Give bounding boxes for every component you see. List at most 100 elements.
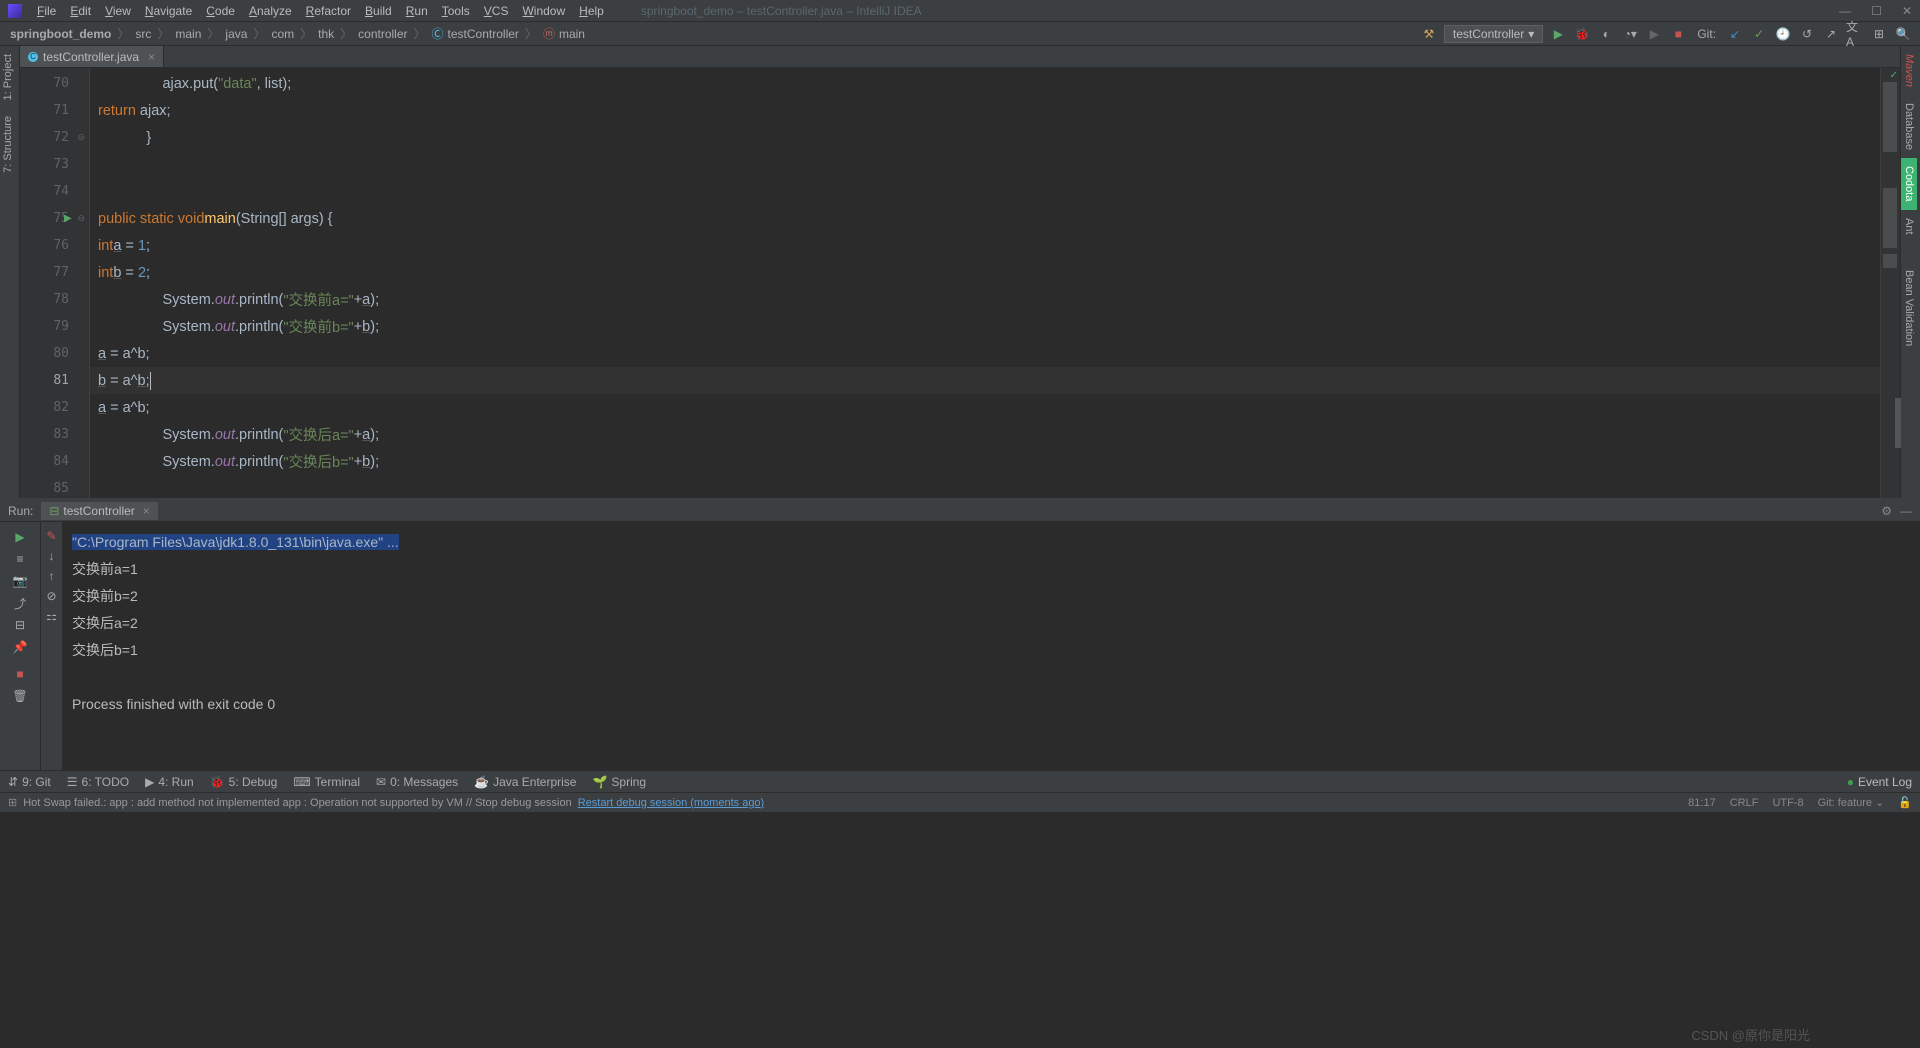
exit-icon[interactable]: ⤴ [0,593,40,613]
file-encoding[interactable]: UTF-8 [1772,797,1803,809]
code-area[interactable]: ajax.put("data", list); return ajax; } p… [90,68,1880,498]
project-tool-button[interactable]: 1: Project [0,46,16,108]
code-line[interactable] [90,151,1880,178]
breadcrumb-item[interactable]: src [133,27,153,41]
run-actions-icon[interactable]: ≡ [0,549,40,569]
breadcrumb[interactable]: springboot_demo〉src〉main〉java〉com〉thk〉co… [8,25,587,42]
git-history-icon[interactable]: 🕘 [1774,25,1792,43]
git-push-icon[interactable]: ↗ [1822,25,1840,43]
line-separator[interactable]: CRLF [1730,797,1759,809]
breadcrumb-item[interactable]: controller [356,27,409,41]
translate-icon[interactable]: 文A [1846,25,1864,43]
code-line[interactable]: b = a^b; [90,367,1880,394]
ant-tool-button[interactable]: Ant [1901,210,1917,243]
debug-icon[interactable]: 🐞 [1573,25,1591,43]
bean-validation-tool-button[interactable]: Bean Validation [1901,262,1917,354]
structure-tool-button[interactable]: 7: Structure [0,108,16,181]
breadcrumb-item[interactable]: java [223,27,249,41]
code-line[interactable]: System.out.println("交换前a="+a); [90,286,1880,313]
stop-run-icon[interactable]: ■ [0,664,40,684]
build-hammer-icon[interactable]: ⚒ [1420,25,1438,43]
status-link[interactable]: Restart debug session (moments ago) [578,797,764,809]
run-hide-icon[interactable]: — [1900,504,1912,518]
toolwindow-spring[interactable]: 🌱 Spring [592,775,646,789]
code-line[interactable]: int b = 2; [90,259,1880,286]
code-line[interactable]: public static void main(String[] args) { [90,205,1880,232]
stop-icon[interactable]: ■ [1669,25,1687,43]
run-config-combo[interactable]: testController▾ [1444,25,1543,43]
code-editor[interactable]: 707172⊖737475▶⊖76777879808182838485 ajax… [20,68,1880,498]
code-line[interactable] [90,475,1880,498]
breadcrumb-item[interactable]: thk [316,27,336,41]
menu-refactor[interactable]: Refactor [299,4,358,18]
menu-edit[interactable]: Edit [63,4,98,18]
code-line[interactable]: } [90,124,1880,151]
code-line[interactable]: System.out.println("交换后b="+b); [90,448,1880,475]
readonly-lock-icon[interactable]: 🔓 [1898,796,1912,809]
close-icon[interactable]: ✕ [1902,4,1912,18]
toolwindow-javaenterprise[interactable]: ☕ Java Enterprise [474,775,576,789]
maximize-icon[interactable]: ☐ [1871,4,1882,18]
scroll-to-end-icon[interactable]: ↓ [41,546,62,566]
run-icon[interactable]: ▶ [1549,25,1567,43]
run-tab[interactable]: ⊟ testController × [41,502,157,520]
dump-threads-icon[interactable]: 📷 [0,571,40,591]
menu-file[interactable]: File [30,4,63,18]
code-line[interactable]: System.out.println("交换后a="+a); [90,421,1880,448]
menu-navigate[interactable]: Navigate [138,4,199,18]
ide-settings-icon[interactable]: ⊞ [1870,25,1888,43]
editor-gutter[interactable]: 707172⊖737475▶⊖76777879808182838485 [20,68,90,498]
toolwindow-debug[interactable]: 🐞 5: Debug [210,775,278,789]
toolwindow-todo[interactable]: ☰ 6: TODO [67,775,129,789]
git-update-icon[interactable]: ↙ [1726,25,1744,43]
toolwindow-messages[interactable]: ✉ 0: Messages [376,775,458,789]
git-rollback-icon[interactable]: ↺ [1798,25,1816,43]
breadcrumb-item[interactable]: springboot_demo [8,27,113,41]
rerun-icon[interactable]: ▶ [0,527,40,547]
minimize-icon[interactable]: — [1839,4,1851,18]
print-icon[interactable]: ↑ [41,566,62,586]
menu-window[interactable]: Window [515,4,572,18]
run-settings-icon[interactable]: ⚙ [1881,504,1892,518]
menu-view[interactable]: View [98,4,138,18]
toolwindow-run[interactable]: ▶ 4: Run [145,775,194,789]
console-settings-icon[interactable]: ⚏ [41,606,62,626]
git-commit-icon[interactable]: ✓ [1750,25,1768,43]
code-line[interactable]: System.out.println("交换前b="+b); [90,313,1880,340]
code-line[interactable] [90,178,1880,205]
pin-icon[interactable]: 📌 [0,637,40,657]
coverage-icon[interactable]: ◐ [1597,25,1615,43]
close-tab-icon[interactable]: × [148,50,155,64]
breadcrumb-item[interactable]: main [557,27,587,41]
search-everywhere-icon[interactable]: 🔍 [1894,25,1912,43]
caret-position[interactable]: 81:17 [1688,797,1716,809]
clear-icon[interactable]: ⊘ [41,586,62,606]
minimap-scrollbar[interactable] [1895,398,1901,448]
git-branch[interactable]: Git: feature ⌄ [1818,796,1885,809]
code-line[interactable]: int a = 1; [90,232,1880,259]
profile-icon[interactable]: ◔▾ [1621,25,1639,43]
codota-tool-button[interactable]: Codota [1901,158,1917,209]
menu-code[interactable]: Code [199,4,242,18]
breadcrumb-item[interactable]: testController [446,27,521,41]
trash-icon[interactable]: 🗑 [0,686,40,706]
code-line[interactable]: ajax.put("data", list); [90,70,1880,97]
menu-vcs[interactable]: VCS [477,4,516,18]
code-line[interactable]: a = a^b; [90,394,1880,421]
maven-tool-button[interactable]: Maven [1901,46,1917,95]
attach-icon[interactable]: ▶ [1645,25,1663,43]
toolwindow-git[interactable]: ⇵ 9: Git [8,775,51,789]
code-line[interactable]: a = a^b; [90,340,1880,367]
toolwindow-terminal[interactable]: ⌨ Terminal [293,775,360,789]
database-tool-button[interactable]: Database [1901,95,1917,158]
console-output[interactable]: "C:\Program Files\Java\jdk1.8.0_131\bin\… [62,522,1920,772]
layout-icon[interactable]: ⊟ [0,615,40,635]
toggle-soft-wrap-icon[interactable]: ✎ [41,526,62,546]
editor-tab[interactable]: C testController.java × [20,46,164,67]
code-line[interactable]: return ajax; [90,97,1880,124]
menu-build[interactable]: Build [358,4,399,18]
menu-help[interactable]: Help [572,4,611,18]
editor-minimap[interactable]: ✓ [1880,68,1900,498]
menu-run[interactable]: Run [399,4,435,18]
breadcrumb-item[interactable]: main [173,27,203,41]
